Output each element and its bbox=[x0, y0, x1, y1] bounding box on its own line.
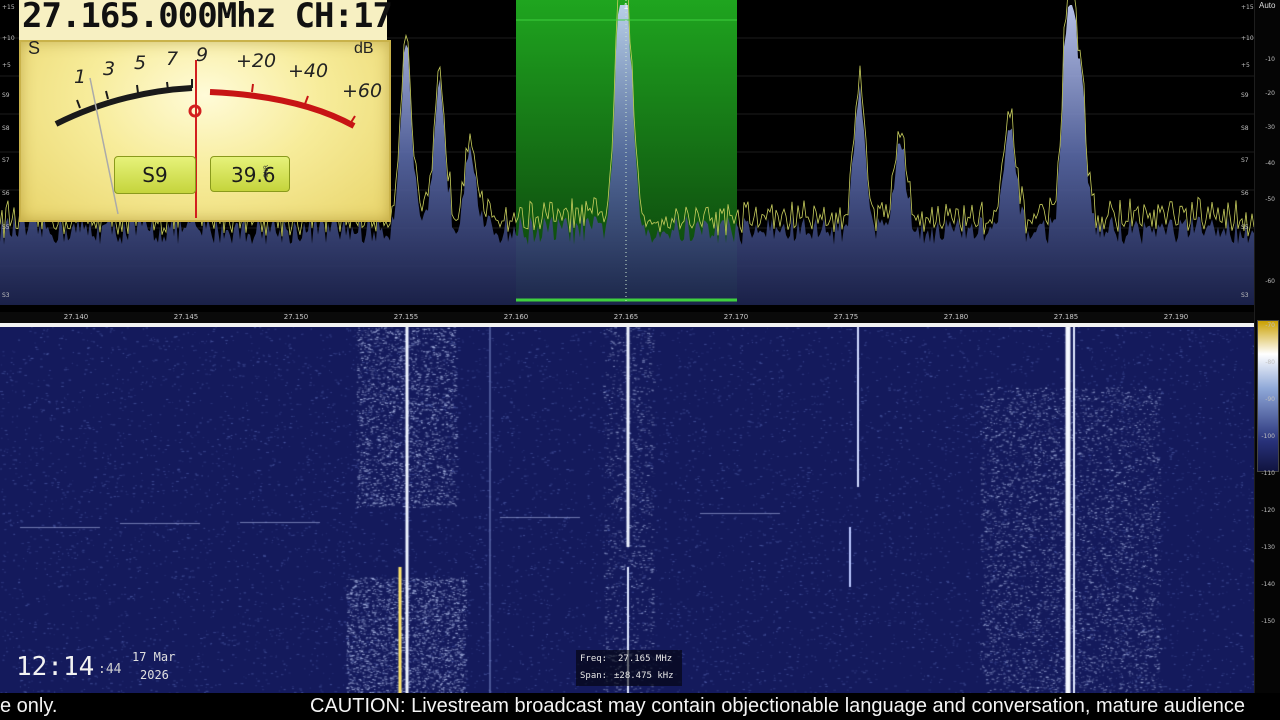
tuning-info-overlay: Freq: 27.165 MHz Span: ±28.475 kHz bbox=[576, 650, 682, 686]
freq-tick-label: 27.165 bbox=[613, 313, 639, 321]
spectrum-db-scale-label: -10 bbox=[1265, 56, 1275, 63]
span-info-value: ±28.475 kHz bbox=[614, 671, 674, 681]
spectrum-right-scale-label: S6 bbox=[1241, 190, 1249, 197]
span-info-label: Span: bbox=[580, 671, 608, 681]
freq-tick-label: 27.190 bbox=[1163, 313, 1189, 321]
db-scale-40: +40 bbox=[288, 60, 329, 82]
s-value: S9 bbox=[142, 163, 168, 187]
s-scale-3: 3 bbox=[103, 58, 116, 80]
freq-tick-label: 27.170 bbox=[723, 313, 749, 321]
waterfall-colorbar-label: -140 bbox=[1261, 581, 1275, 588]
s-scale-5: 5 bbox=[134, 52, 147, 74]
right-scale-panel[interactable]: Auto +15 +10 +5 S9 S8 S7 S6 S5 S3 -10 -20 -30 -40 -50… bbox=[1241, 0, 1280, 693]
spectrum-right-scale-label: S5 bbox=[1241, 224, 1249, 231]
waterfall-colorbar-label: -130 bbox=[1261, 544, 1275, 551]
selection-marker-label: 1 bbox=[623, 2, 629, 11]
freq-tick-label: 27.160 bbox=[503, 313, 529, 321]
spectrum-right-scale-label: S9 bbox=[1241, 92, 1249, 99]
db-scale-20: +20 bbox=[236, 50, 277, 72]
s-value-box: S9 bbox=[114, 156, 196, 194]
spectrum-right-scale-label: S7 bbox=[1241, 157, 1249, 164]
clock-seconds: :44 bbox=[98, 662, 122, 677]
spectrum-db-scale-label: -40 bbox=[1265, 160, 1275, 167]
spectrum-db-scale-label: -20 bbox=[1265, 90, 1275, 97]
spectrum-right-scale-label: S8 bbox=[1241, 125, 1249, 132]
clock-overlay: 12:14 :44 17 Mar 2026 bbox=[6, 648, 196, 690]
s-scale-9: 9 bbox=[196, 44, 209, 66]
spectrum-left-scale-label: S5 bbox=[2, 224, 10, 231]
s-scale-1: 1 bbox=[74, 66, 87, 88]
clock-hours-minutes: 12:14 bbox=[16, 652, 95, 682]
clock-year: 2026 bbox=[140, 668, 169, 682]
freq-tick-label: 27.185 bbox=[1053, 313, 1079, 321]
freq-info-value: 27.165 MHz bbox=[618, 654, 673, 664]
spectrum-db-scale-label: -60 bbox=[1265, 278, 1275, 285]
freq-info-label: Freq: bbox=[580, 654, 608, 664]
spectrum-right-scale-label: +15 bbox=[1241, 4, 1254, 11]
spectrum-db-scale-label: -50 bbox=[1265, 196, 1275, 203]
snr-value-box: 39.6 SNR bbox=[210, 156, 290, 192]
waterfall-canvas[interactable] bbox=[0, 327, 1254, 693]
s-meter: 27.165.000Mhz CH:17 S dB 1 3 5 7 9 +20 +… bbox=[0, 0, 393, 222]
db-scale-60: +60 bbox=[342, 80, 383, 102]
waterfall-colorbar-label: -110 bbox=[1261, 470, 1275, 477]
snr-tag: SNR bbox=[263, 165, 270, 178]
freq-tick-label: 27.140 bbox=[63, 313, 89, 321]
spectrum-right-scale-label: +5 bbox=[1241, 62, 1250, 69]
ticker-previous-text: e only. bbox=[0, 695, 58, 717]
freq-tick-label: 27.150 bbox=[283, 313, 309, 321]
freq-tick-label: 27.180 bbox=[943, 313, 969, 321]
caution-ticker: e only. CAUTION: Livestream broadcast ma… bbox=[0, 693, 1280, 720]
waterfall-colorbar-label: -80 bbox=[1265, 359, 1275, 366]
freq-tick-label: 27.175 bbox=[833, 313, 859, 321]
waterfall-colorbar-label: -90 bbox=[1265, 396, 1275, 403]
waterfall-colorbar-label: -100 bbox=[1261, 433, 1275, 440]
waterfall-display[interactable] bbox=[0, 327, 1254, 693]
spectrum-right-scale-label: S3 bbox=[1241, 292, 1249, 299]
spectrum-right-scale-label: +10 bbox=[1241, 35, 1254, 42]
spectrum-db-scale-label: -30 bbox=[1265, 124, 1275, 131]
waterfall-colorbar-label: -150 bbox=[1261, 618, 1275, 625]
freq-tick-label: 27.155 bbox=[393, 313, 419, 321]
auto-scale-button[interactable]: Auto bbox=[1259, 1, 1275, 10]
freq-tick-label: 27.145 bbox=[173, 313, 199, 321]
ticker-caution-text: CAUTION: Livestream broadcast may contai… bbox=[310, 695, 1245, 717]
waterfall-colorbar-label: -120 bbox=[1261, 507, 1275, 514]
spectrum-left-scale-label: S3 bbox=[2, 292, 10, 299]
clock-date: 17 Mar bbox=[132, 650, 176, 664]
s-scale-7: 7 bbox=[166, 48, 179, 70]
waterfall-colorbar-label: -70 bbox=[1265, 322, 1275, 329]
